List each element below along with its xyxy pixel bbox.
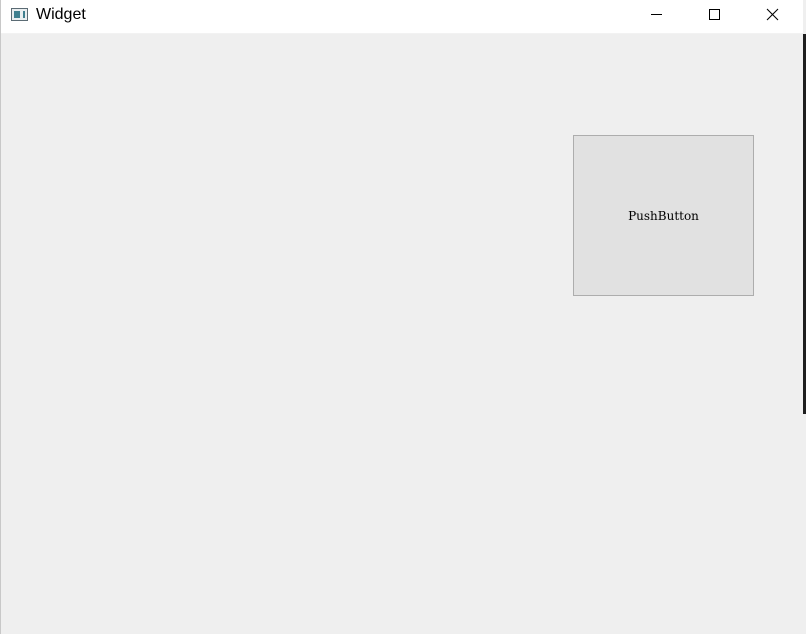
minimize-button[interactable]	[633, 0, 679, 33]
push-button[interactable]: PushButton	[573, 135, 754, 296]
close-icon	[766, 8, 779, 21]
maximize-icon	[709, 9, 720, 20]
widget-content-area: PushButton	[1, 34, 803, 634]
window-title: Widget	[36, 6, 86, 23]
title-bar[interactable]: Widget	[1, 0, 803, 34]
main-window: Widget PushButton	[0, 0, 806, 634]
close-button[interactable]	[749, 0, 795, 33]
minimize-icon	[651, 14, 662, 15]
maximize-button[interactable]	[691, 0, 737, 33]
app-window-icon	[11, 8, 28, 21]
